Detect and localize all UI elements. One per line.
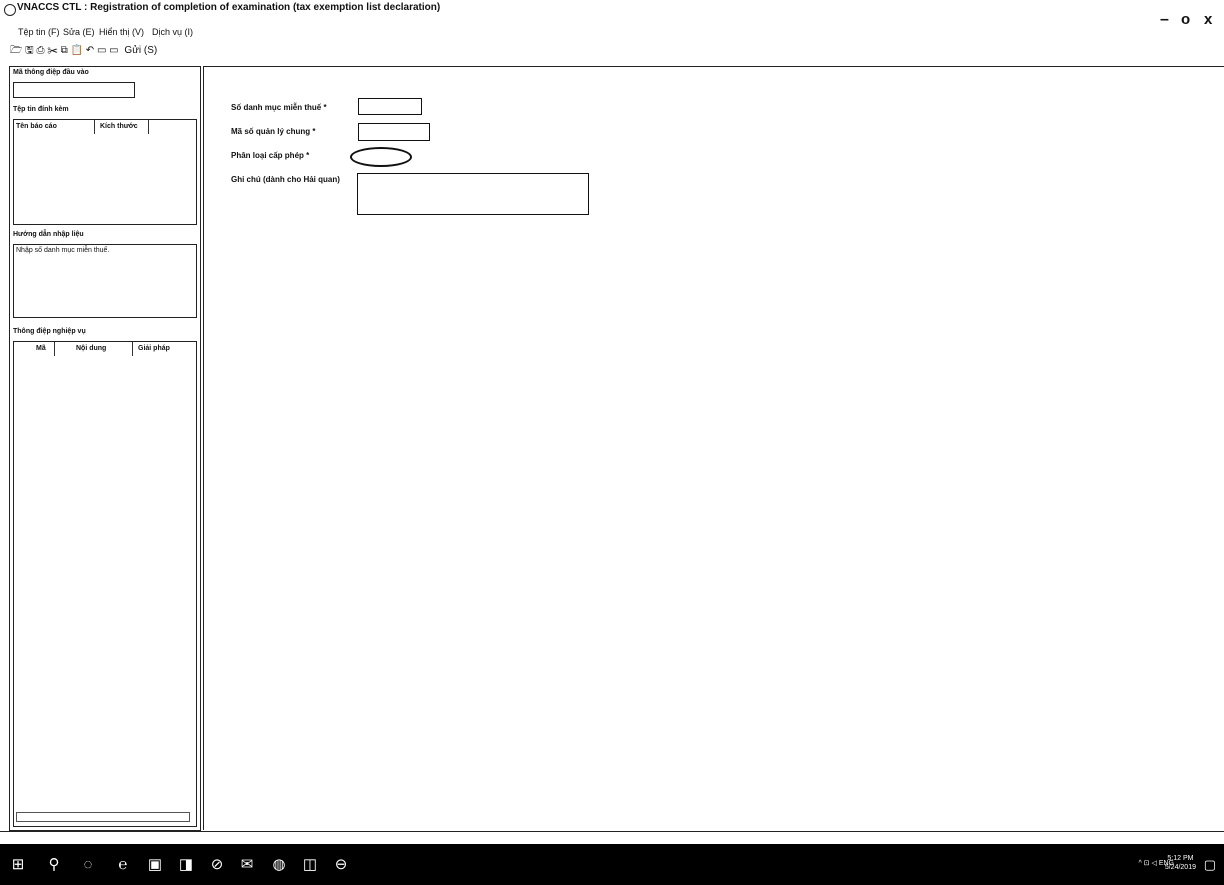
app-icon bbox=[4, 4, 16, 16]
column-size[interactable]: Kích thước bbox=[100, 123, 138, 130]
notes-label: Ghi chú (dành cho Hải quan) bbox=[231, 175, 340, 184]
attached-files-list[interactable]: Tên báo cáo Kích thước bbox=[13, 119, 197, 225]
input-guide-box: Nhập số danh mục miễn thuế. bbox=[13, 244, 197, 318]
task-view-icon[interactable]: ◌ bbox=[80, 857, 96, 873]
message-code-title: Mã thông điệp đầu vào bbox=[13, 69, 89, 76]
close-button[interactable]: x bbox=[1204, 12, 1212, 28]
general-management-no-input[interactable] bbox=[358, 123, 430, 141]
status-bar bbox=[0, 831, 1224, 844]
search-icon[interactable]: ⚲ bbox=[46, 857, 62, 873]
minimize-button[interactable]: – bbox=[1160, 12, 1169, 28]
general-management-no-label: Mã số quản lý chung * bbox=[231, 127, 316, 136]
notification-icon[interactable]: ▢ bbox=[1204, 857, 1216, 873]
window-title: VNACCS CTL : Registration of completion … bbox=[17, 2, 441, 13]
column-divider bbox=[94, 120, 95, 134]
send-button[interactable]: Gửi (S) bbox=[124, 45, 157, 56]
app-icon-7[interactable]: ◫ bbox=[302, 857, 318, 873]
business-messages-title: Thông điệp nghiệp vụ bbox=[13, 328, 86, 335]
column-divider bbox=[132, 342, 133, 356]
business-messages-list[interactable]: Mã Nội dung Giải pháp bbox=[13, 341, 197, 827]
column-solution[interactable]: Giải pháp bbox=[138, 345, 170, 352]
column-content[interactable]: Nội dung bbox=[76, 345, 106, 352]
clock[interactable]: 5:12 PM 5/24/2019 bbox=[1165, 854, 1196, 872]
app-icon-8[interactable]: ⊖ bbox=[333, 857, 349, 873]
left-panel: Mã thông điệp đầu vào Tệp tin đính kèm T… bbox=[9, 66, 201, 831]
exemption-list-no-label: Số danh mục miễn thuế * bbox=[231, 103, 327, 112]
column-report-name[interactable]: Tên báo cáo bbox=[16, 123, 57, 130]
app-icon-6[interactable]: ◍ bbox=[271, 857, 287, 873]
mail-icon[interactable]: ✉ bbox=[239, 857, 255, 873]
title-bar: VNACCS CTL : Registration of completion … bbox=[0, 0, 1224, 30]
clock-time: 5:12 PM bbox=[1167, 855, 1194, 862]
clock-date: 5/24/2019 bbox=[1164, 864, 1196, 871]
permit-type-input[interactable] bbox=[350, 147, 412, 167]
input-guide-text: Nhập số danh mục miễn thuế. bbox=[16, 247, 110, 254]
start-icon[interactable]: ⊞ bbox=[10, 857, 26, 873]
notes-textarea[interactable] bbox=[357, 173, 589, 215]
store-icon[interactable]: ◨ bbox=[178, 857, 194, 873]
horizontal-scrollbar[interactable] bbox=[16, 812, 190, 822]
menu-view[interactable]: Hiển thị (V) bbox=[99, 27, 144, 37]
toolbar-icons[interactable]: 🗁 🖫 ⎙ ✂ ⧉ 📋 ↶ ▭ ▭ bbox=[10, 43, 119, 60]
menu-file[interactable]: Tệp tin (F) bbox=[18, 27, 60, 37]
menu-service[interactable]: Dịch vụ (I) bbox=[152, 27, 193, 37]
taskbar: ⊞ ⚲ ◌ ℮ ▣ ◨ ⊘ ✉ ◍ ◫ ⊖ ^ ⊡ ◁ ENG 5:12 PM … bbox=[0, 844, 1224, 885]
permit-type-label: Phân loại cấp phép * bbox=[231, 151, 310, 160]
main-form-area: Số danh mục miễn thuế * Mã số quản lý ch… bbox=[203, 66, 1224, 830]
column-divider bbox=[54, 342, 55, 356]
maximize-button[interactable]: o bbox=[1181, 12, 1190, 28]
edge-icon[interactable]: ℮ bbox=[115, 857, 131, 873]
attached-files-title: Tệp tin đính kèm bbox=[13, 106, 69, 113]
exemption-list-no-input[interactable] bbox=[358, 98, 422, 115]
column-code[interactable]: Mã bbox=[36, 345, 46, 352]
chrome-icon[interactable]: ⊘ bbox=[209, 857, 225, 873]
toolbar: 🗁 🖫 ⎙ ✂ ⧉ 📋 ↶ ▭ ▭ Gửi (S) bbox=[10, 43, 160, 57]
menu-edit[interactable]: Sửa (E) bbox=[63, 27, 95, 37]
column-divider bbox=[148, 120, 149, 134]
message-code-input[interactable] bbox=[13, 82, 135, 98]
file-explorer-icon[interactable]: ▣ bbox=[147, 857, 163, 873]
input-guide-title: Hướng dẫn nhập liệu bbox=[13, 231, 84, 238]
